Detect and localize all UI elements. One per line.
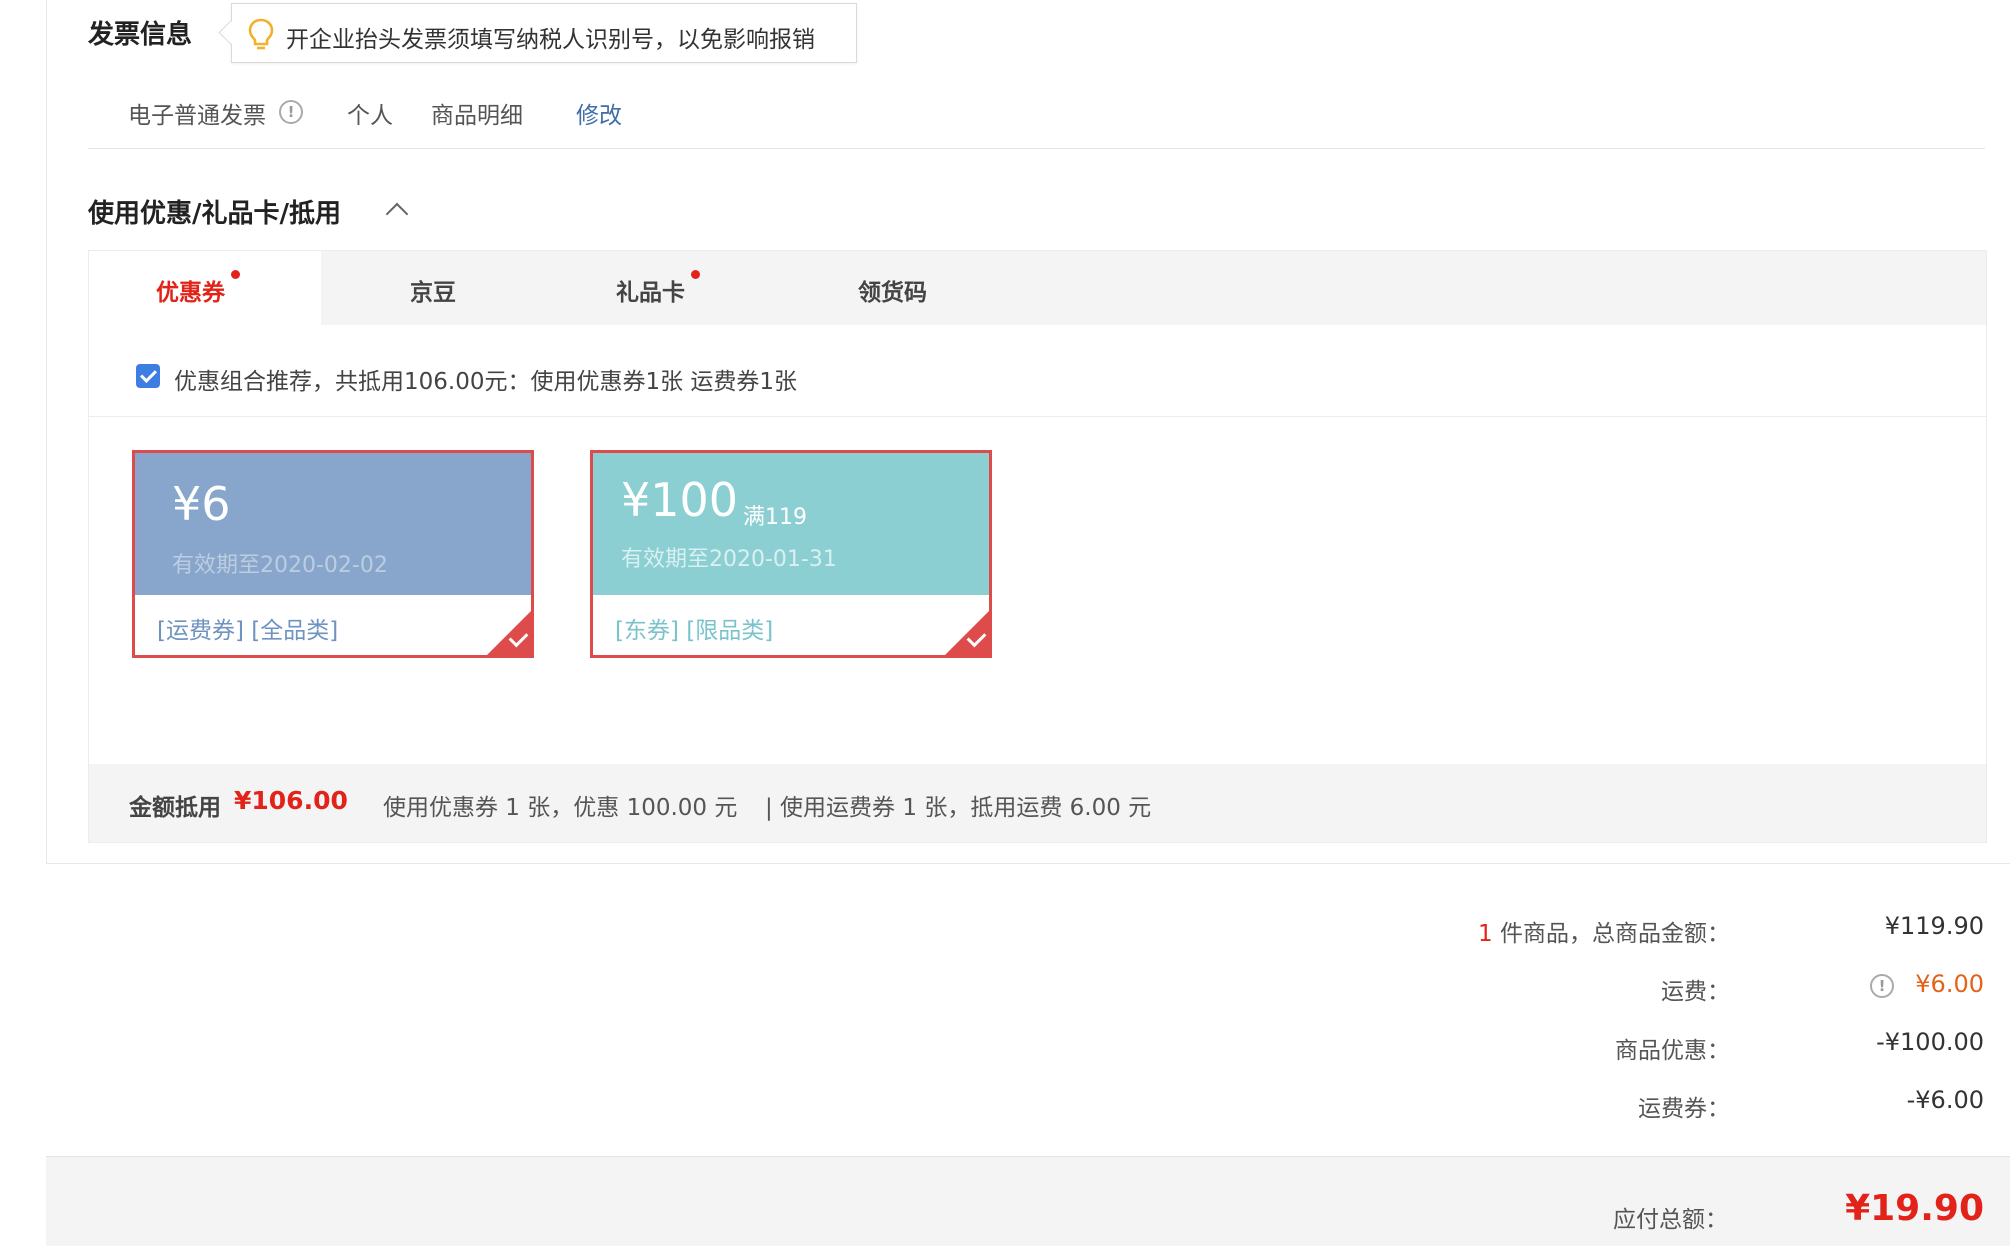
invoice-header-type: 个人 <box>347 103 393 129</box>
invoice-content: 商品明细 <box>431 103 523 129</box>
invoice-tip-tooltip: 开企业抬头发票须填写纳税人识别号，以免影响报销 <box>218 3 857 63</box>
order-container-divider <box>46 863 2010 864</box>
coupon-card-shipping[interactable]: ¥6 有效期至2020-02-02 [运费券] [全品类] <box>132 450 534 658</box>
lightbulb-icon <box>248 18 274 50</box>
items-total-value: ¥119.90 <box>1884 912 1984 940</box>
invoice-type: 电子普通发票 <box>128 103 266 129</box>
invoice-edit-link[interactable]: 修改 <box>576 96 622 130</box>
recommend-divider <box>89 416 1986 417</box>
recommend-text: 优惠组合推荐，共抵用106.00元：使用优惠券1张 运费券1张 <box>174 369 798 395</box>
coupon-amount: ¥100 <box>621 473 739 527</box>
item-count: 1 <box>1478 921 1493 947</box>
shipping-coupon-value: -¥6.00 <box>1906 1086 1984 1114</box>
tab-coupons[interactable]: 优惠券 <box>156 273 225 307</box>
coupon-valid-date: 有效期至2020-02-02 <box>172 553 388 578</box>
tab-jingdou[interactable]: 京豆 <box>410 273 456 307</box>
items-total-label: 1 件商品，总商品金额： <box>1478 914 1730 948</box>
discount-tabbar <box>89 251 1986 325</box>
items-label-text: 件商品，总商品金额： <box>1500 921 1730 947</box>
payable-label: 应付总额： <box>1613 1207 1728 1233</box>
invoice-title: 发票信息 <box>88 20 193 50</box>
info-circle-icon[interactable]: ! <box>279 100 303 124</box>
summary-amount: ¥106.00 <box>234 786 348 815</box>
tab-coupons-notification-dot <box>231 270 240 279</box>
summary-coupon-detail: 使用优惠券 1 张，优惠 100.00 元 <box>383 795 738 821</box>
summary-shipping-detail: | 使用运费券 1 张，抵用运费 6.00 元 <box>765 795 1152 821</box>
shipping-value: ¥6.00 <box>1915 970 1984 998</box>
summary-label: 金额抵用 <box>129 795 221 821</box>
coupon-condition: 满119 <box>743 505 807 530</box>
product-discount-value: -¥100.00 <box>1876 1028 1984 1056</box>
shipping-label: 运费： <box>1661 979 1730 1005</box>
tab-gift-card[interactable]: 礼品卡 <box>616 273 685 307</box>
coupon-tags: [东券] [限品类] <box>615 618 774 644</box>
coupon-amount: ¥6 <box>172 477 231 531</box>
coupon-valid-date: 有效期至2020-01-31 <box>621 547 837 572</box>
discount-title: 使用优惠/礼品卡/抵用 <box>88 199 341 229</box>
payable-value: ¥19.90 <box>1845 1188 1984 1229</box>
order-container-border <box>46 0 47 864</box>
invoice-divider <box>88 148 1985 149</box>
invoice-tip-text: 开企业抬头发票须填写纳税人识别号，以免影响报销 <box>286 27 815 53</box>
coupon-card-jd[interactable]: ¥100 满119 有效期至2020-01-31 [东券] [限品类] <box>590 450 992 658</box>
recommend-checkbox[interactable] <box>136 364 160 388</box>
tab-gift-card-notification-dot <box>691 270 700 279</box>
coupon-tags: [运费券] [全品类] <box>157 618 339 644</box>
info-circle-icon[interactable]: ! <box>1870 974 1894 998</box>
shipping-coupon-label: 运费券： <box>1638 1096 1730 1122</box>
tab-pickup-code[interactable]: 领货码 <box>858 273 927 307</box>
chevron-up-icon[interactable] <box>385 202 409 226</box>
tooltip-arrow <box>218 20 243 45</box>
product-discount-label: 商品优惠： <box>1615 1038 1730 1064</box>
